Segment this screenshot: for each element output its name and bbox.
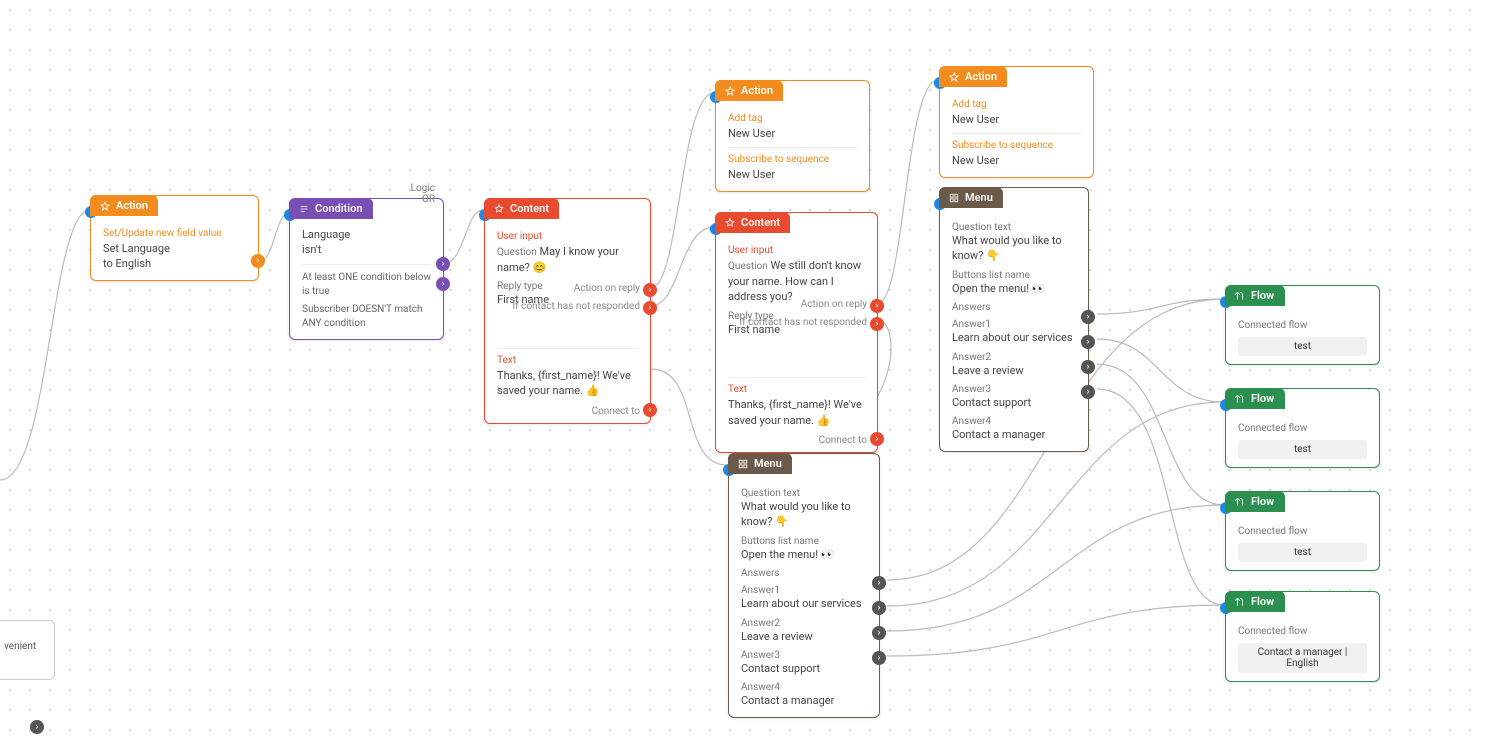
answer1: Learn about our services bbox=[741, 596, 867, 611]
node-header: Action bbox=[939, 66, 1007, 87]
connect-to: Connect to bbox=[592, 406, 640, 417]
menu-icon bbox=[738, 459, 748, 469]
port-out-no-match[interactable]: › bbox=[436, 277, 450, 291]
text-value: Thanks, {first_name}! We've saved your n… bbox=[728, 397, 865, 428]
answer1: Learn about our services bbox=[952, 330, 1076, 345]
answer4: Contact a manager bbox=[952, 427, 1076, 442]
node-header: Menu bbox=[728, 453, 792, 474]
port-out-a2[interactable]: › bbox=[1081, 335, 1095, 349]
node-flow-4[interactable]: Flow Connected flow Contact a manager | … bbox=[1225, 591, 1380, 682]
node-header: Flow bbox=[1225, 591, 1285, 612]
flow-icon bbox=[1235, 394, 1245, 404]
node-header: Content bbox=[484, 198, 559, 219]
node-action-set-language[interactable]: Action Set/Update new field value Set La… bbox=[90, 195, 259, 281]
node-flow-3[interactable]: Flow Connected flow test bbox=[1225, 491, 1380, 571]
node-header: Flow bbox=[1225, 388, 1285, 409]
tag-value: New User bbox=[952, 112, 1081, 127]
flow-name-input[interactable]: test bbox=[1238, 337, 1367, 356]
port-out-a4[interactable]: › bbox=[872, 651, 886, 665]
button-list: Open the menu! 👀 bbox=[952, 281, 1076, 296]
answer2: Leave a review bbox=[741, 629, 867, 644]
field-line: Set Language bbox=[103, 241, 246, 256]
port-out-a3[interactable]: › bbox=[872, 626, 886, 640]
rule: Subscriber DOESN'T match ANY condition bbox=[302, 303, 431, 331]
field-name: Language bbox=[302, 227, 431, 242]
logic-label: Logic OR bbox=[411, 183, 435, 205]
action-on-reply: Action on reply bbox=[574, 283, 640, 294]
port-out-a1[interactable]: › bbox=[872, 576, 886, 590]
port-out-noresp[interactable]: › bbox=[870, 317, 884, 331]
connect-to: Connect to bbox=[819, 435, 867, 446]
sequence-value: New User bbox=[728, 167, 857, 182]
rule: At least ONE condition below is true bbox=[302, 271, 431, 299]
condition-icon bbox=[299, 204, 309, 214]
action-on-reply: Action on reply bbox=[801, 299, 867, 310]
port-out-reply[interactable]: › bbox=[870, 299, 884, 313]
section-user-input: User input bbox=[497, 231, 638, 242]
answer2: Leave a review bbox=[952, 363, 1076, 378]
node-header: Menu bbox=[939, 187, 1003, 208]
port-out-reply[interactable]: › bbox=[643, 283, 657, 297]
port-out-a1[interactable]: › bbox=[1081, 310, 1095, 324]
flow-name-input[interactable]: test bbox=[1238, 440, 1367, 459]
port-out-a2[interactable]: › bbox=[872, 601, 886, 615]
content-icon bbox=[494, 204, 504, 214]
port-out-connect[interactable]: › bbox=[870, 432, 884, 446]
port-out-partial[interactable]: › bbox=[30, 720, 44, 734]
flow-icon bbox=[1235, 497, 1245, 507]
action-icon bbox=[725, 86, 735, 96]
node-flow-2[interactable]: Flow Connected flow test bbox=[1225, 388, 1380, 468]
node-header: Flow bbox=[1225, 491, 1285, 512]
action-icon bbox=[949, 72, 959, 82]
node-header: Condition bbox=[289, 198, 373, 219]
port-out-a3[interactable]: › bbox=[1081, 360, 1095, 374]
question: What would you like to know? 👇 bbox=[952, 233, 1076, 264]
answer3: Contact support bbox=[741, 661, 867, 676]
node-action-addtag-2[interactable]: Action Add tag New User Subscribe to seq… bbox=[939, 66, 1094, 178]
question: What would you like to know? 👇 bbox=[741, 499, 867, 530]
tag-value: New User bbox=[728, 126, 857, 141]
answer4: Contact a manager bbox=[741, 693, 867, 708]
no-response: If contact has not responded bbox=[512, 301, 640, 312]
node-header: Action bbox=[90, 195, 158, 216]
content-icon bbox=[725, 218, 735, 228]
section-title: Set/Update new field value bbox=[103, 228, 246, 239]
flow-name-input[interactable]: test bbox=[1238, 543, 1367, 562]
port-out[interactable]: › bbox=[251, 254, 265, 268]
button-list: Open the menu! 👀 bbox=[741, 547, 867, 562]
menu-icon bbox=[949, 193, 959, 203]
port-out-a4[interactable]: › bbox=[1081, 385, 1095, 399]
node-partial-left[interactable]: venient bbox=[0, 620, 55, 680]
node-menu-1[interactable]: Menu Question text What would you like t… bbox=[939, 187, 1089, 452]
section-text: Text bbox=[497, 355, 638, 366]
node-flow-1[interactable]: Flow Connected flow test bbox=[1225, 285, 1380, 365]
node-menu-2[interactable]: Menu Question text What would you like t… bbox=[728, 453, 880, 718]
port-out-match[interactable]: › bbox=[436, 257, 450, 271]
node-header: Content bbox=[715, 212, 790, 233]
operator: isn't bbox=[302, 242, 431, 257]
no-response: If contact has not responded bbox=[739, 317, 867, 328]
action-icon bbox=[100, 201, 110, 211]
port-out-connect[interactable]: › bbox=[643, 403, 657, 417]
port-out-noresp[interactable]: › bbox=[643, 301, 657, 315]
field-line: to English bbox=[103, 256, 246, 271]
flow-icon bbox=[1235, 597, 1245, 607]
node-content-ask-name[interactable]: Content User input Question May I know y… bbox=[484, 198, 651, 424]
flow-icon bbox=[1235, 291, 1245, 301]
node-condition-language[interactable]: Logic OR Condition Language isn't At lea… bbox=[289, 198, 444, 340]
node-header: Flow bbox=[1225, 285, 1285, 306]
node-content-still-dont-know[interactable]: Content User input Question We still don… bbox=[715, 212, 878, 453]
node-action-addtag-1[interactable]: Action Add tag New User Subscribe to seq… bbox=[715, 80, 870, 192]
text-value: Thanks, {first_name}! We've saved your n… bbox=[497, 368, 638, 399]
answer3: Contact support bbox=[952, 395, 1076, 410]
flow-name-input[interactable]: Contact a manager | English bbox=[1238, 643, 1367, 673]
sequence-value: New User bbox=[952, 153, 1081, 168]
node-header: Action bbox=[715, 80, 783, 101]
